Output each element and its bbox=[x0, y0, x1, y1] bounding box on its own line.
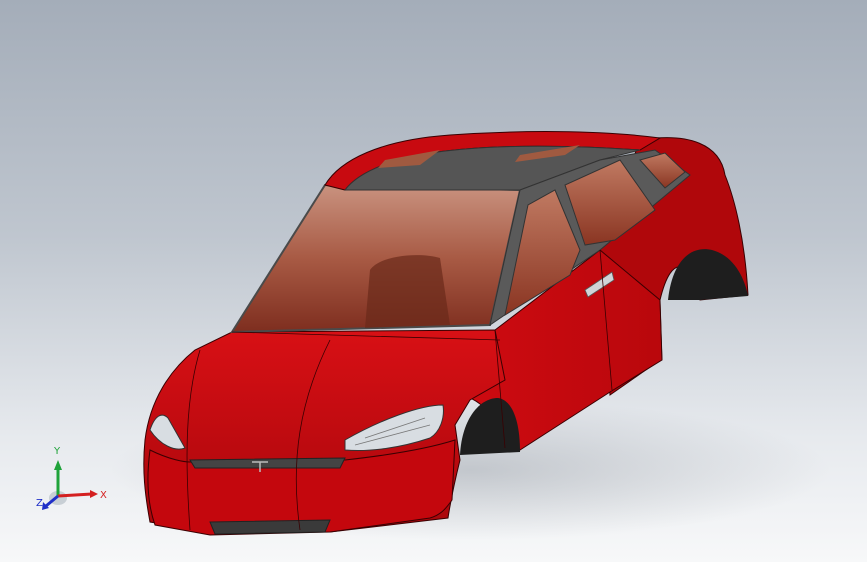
z-axis-label: Z bbox=[36, 498, 43, 509]
x-axis-label: X bbox=[100, 490, 107, 501]
x-axis-arrow bbox=[57, 492, 93, 498]
interior-seat bbox=[365, 255, 450, 328]
car-body-model[interactable] bbox=[0, 0, 867, 562]
front-grille bbox=[189, 457, 346, 469]
graphics-viewport[interactable]: Y X Z bbox=[0, 0, 867, 562]
y-axis-label: Y bbox=[53, 446, 61, 457]
orientation-triad: Y X Z bbox=[36, 446, 107, 510]
lower-intake bbox=[209, 519, 331, 535]
